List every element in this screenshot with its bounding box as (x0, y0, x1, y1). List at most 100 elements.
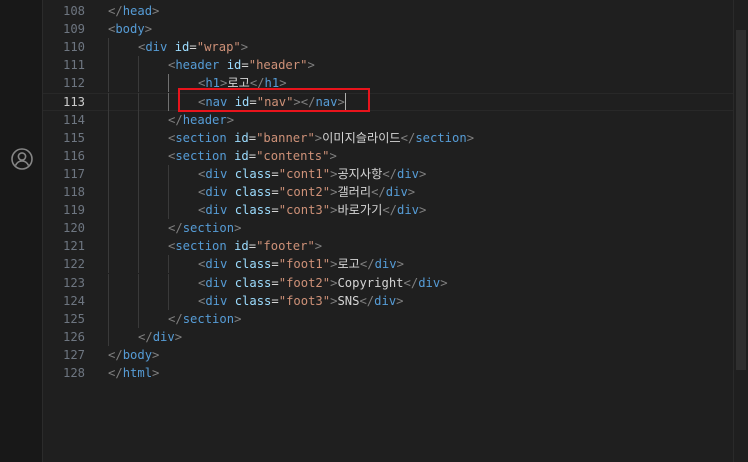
indent-guide (108, 237, 109, 256)
indent-guide (108, 164, 109, 183)
code-line[interactable]: 126 </div> (43, 327, 733, 346)
code-line[interactable]: 123 <div class="foot2">Copyright</div> (43, 273, 733, 292)
code-text: <section id="contents"> (168, 147, 337, 165)
line-number: 115 (62, 130, 85, 145)
code-token: > (407, 185, 416, 199)
code-line[interactable]: 110 <div id="wrap"> (43, 38, 733, 57)
code-token: </ (138, 329, 153, 344)
code-token: > (419, 203, 427, 218)
code-token: nav (205, 94, 228, 109)
code-token: 이미지슬라이드 (322, 130, 401, 145)
code-line[interactable]: 118 <div class="cont2">갤러리</div> (43, 183, 733, 201)
code-token: </ (403, 275, 419, 290)
code-token: "foot3" (278, 293, 331, 308)
code-line[interactable]: 122 <div class="foot1">로고</div> (43, 255, 733, 274)
code-token: > (234, 221, 242, 236)
code-text: <div class="cont3">바로가기</div> (198, 201, 426, 219)
line-number: 126 (62, 329, 85, 344)
code-line[interactable]: 120 </section> (43, 219, 733, 238)
code-line[interactable]: 109 <body> (43, 20, 733, 38)
code-token: id (174, 40, 190, 55)
code-token: = (249, 94, 257, 109)
account-icon[interactable] (10, 147, 34, 171)
indent-guide (168, 92, 169, 111)
code-line[interactable]: 111 <header id="header"> (43, 56, 733, 75)
code-token: div (374, 293, 397, 308)
line-number: 114 (62, 112, 85, 127)
code-token: = (248, 130, 257, 145)
line-number: 119 (62, 203, 85, 218)
indent-guide (168, 74, 169, 93)
code-token: </ (168, 112, 183, 127)
line-number: 112 (62, 76, 85, 91)
indent-guide (168, 291, 169, 310)
code-token: "header" (248, 58, 308, 73)
code-line[interactable]: 114 </header> (43, 110, 733, 129)
code-text: <div class="foot2">Copyright</div> (198, 274, 448, 292)
code-token: 갤러리 (337, 185, 372, 199)
code-token: > (174, 329, 183, 344)
code-token: = (271, 257, 279, 272)
code-line[interactable]: 117 <div class="cont1">공지사항</div> (43, 164, 733, 183)
code-token: ></ (293, 94, 316, 109)
code-token: </ (249, 76, 265, 91)
code-token: </ (359, 293, 375, 308)
scrollbar-thumb[interactable] (736, 30, 746, 370)
line-number: 117 (62, 166, 85, 181)
code-token: </ (400, 130, 416, 145)
code-token: div (205, 275, 228, 290)
code-text: </header> (168, 111, 234, 129)
code-line[interactable]: 116 <section id="contents"> (43, 146, 733, 165)
indent-guide (138, 146, 139, 165)
indent-guide (138, 56, 139, 75)
code-line[interactable]: 115 <section id="banner">이미지슬라이드</section… (43, 128, 733, 147)
code-token: class (234, 275, 272, 290)
code-line[interactable]: 112 <h1>로고</h1> (43, 74, 733, 93)
code-line[interactable]: 121 <section id="footer"> (43, 237, 733, 256)
code-token: = (271, 166, 279, 181)
indent-guide (138, 291, 139, 310)
vertical-scrollbar[interactable] (733, 0, 748, 462)
code-line[interactable]: 108 </head> (43, 2, 733, 20)
code-token: id (234, 239, 249, 254)
code-token: "cont3" (278, 203, 331, 218)
indent-guide (138, 201, 139, 220)
code-line[interactable]: 113 <nav id="nav"></nav> (43, 92, 733, 111)
code-token: div (205, 185, 228, 199)
indent-guide (108, 74, 109, 93)
line-number: 123 (62, 275, 85, 290)
code-token: div (418, 275, 441, 290)
indent-guide (108, 110, 109, 129)
code-token: > (144, 22, 153, 37)
vscode-window: 108 </head> 109 <body> 110 <div id="wrap"> 111… (0, 0, 748, 462)
code-token: = (271, 185, 279, 199)
code-token: > (419, 166, 427, 181)
code-text: <div class="cont1">공지사항</div> (198, 165, 426, 183)
code-token: header (182, 112, 227, 127)
code-token: = (248, 239, 257, 254)
indent-guide (168, 255, 169, 274)
line-number: 128 (62, 366, 85, 380)
code-line[interactable]: 128 </html> (43, 364, 733, 382)
code-token: > (152, 4, 160, 18)
code-token: class (234, 185, 272, 199)
code-token: </ (108, 4, 123, 18)
code-line[interactable]: 119 <div class="cont3">바로가기</div> (43, 201, 733, 220)
code-line[interactable]: 127 </body> (43, 346, 733, 364)
code-token: div (397, 203, 420, 218)
code-line[interactable]: 125 </section> (43, 309, 733, 328)
code-token: 공지사항 (337, 166, 383, 181)
code-token: "banner" (256, 130, 315, 145)
indent-guide (108, 255, 109, 274)
code-token: = (271, 293, 279, 308)
code-token: div (205, 203, 228, 218)
code-line[interactable]: 124 <div class="foot3">SNS</div> (43, 291, 733, 310)
code-editor[interactable]: 108 </head> 109 <body> 110 <div id="wrap"> 111… (43, 0, 748, 462)
code-token: > (440, 275, 448, 290)
code-token: > (396, 257, 404, 272)
